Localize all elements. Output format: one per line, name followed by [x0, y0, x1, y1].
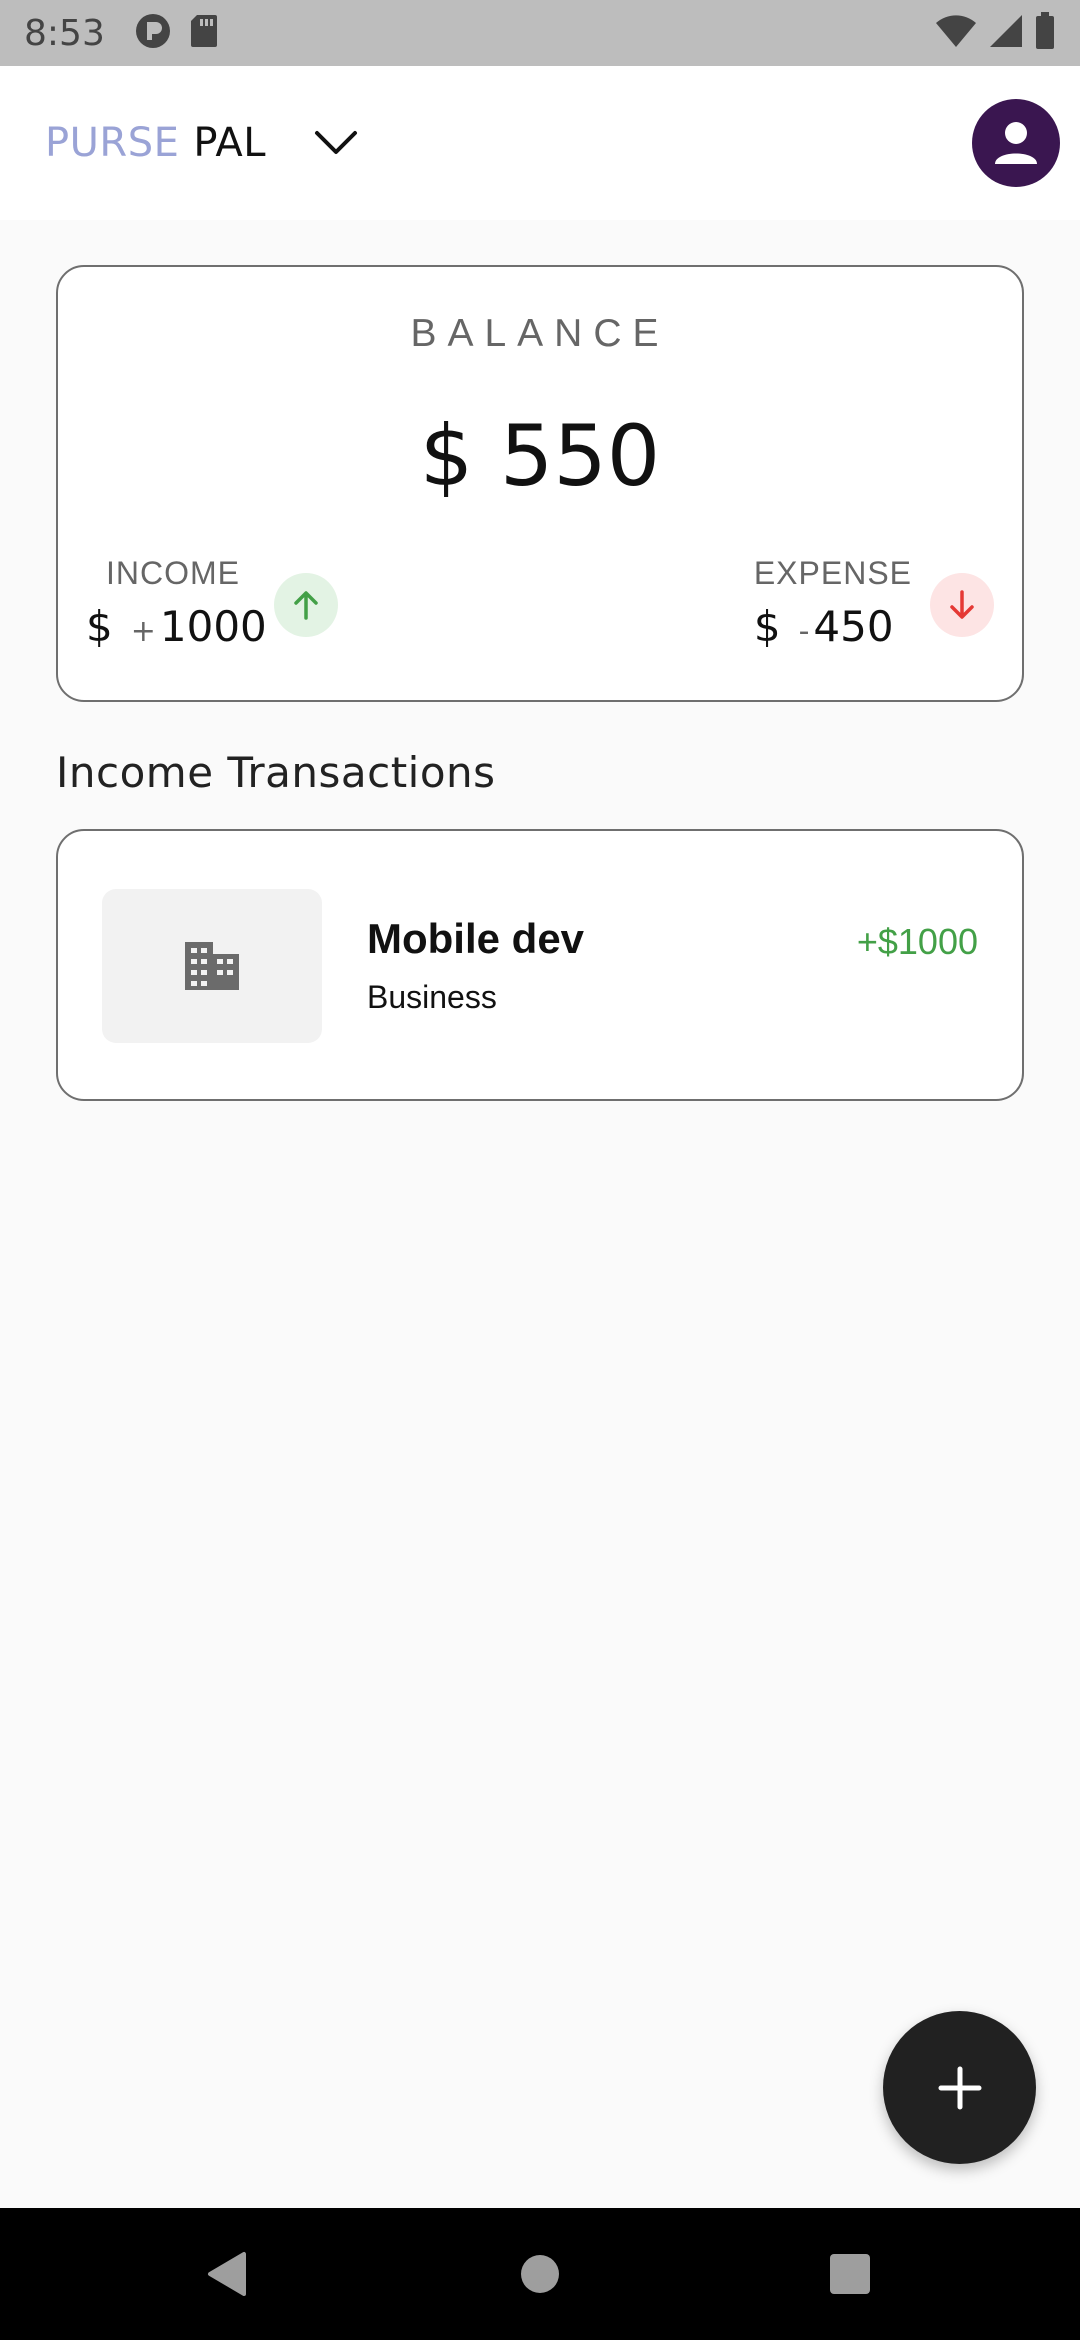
system-navigation-bar — [0, 2208, 1080, 2340]
nav-back-button[interactable] — [166, 2208, 286, 2340]
app-notification-icon — [135, 13, 171, 54]
recents-square-icon — [830, 2254, 870, 2294]
expense-label: EXPENSE — [753, 555, 912, 591]
chevron-down-icon — [315, 131, 358, 154]
app-bar: PURSE PAL — [0, 66, 1080, 220]
wifi-icon — [934, 13, 978, 54]
add-transaction-button[interactable] — [883, 2011, 1036, 2164]
business-building-icon — [185, 942, 239, 990]
balance-amount: $ 550 — [419, 407, 661, 505]
brand-pal-text: PAL — [193, 120, 267, 166]
person-icon — [995, 122, 1037, 164]
expense-indicator — [930, 573, 994, 637]
signal-icon — [988, 13, 1024, 54]
income-summary: INCOME $ + 1000 — [86, 555, 267, 651]
balance-label: BALANCE — [410, 312, 670, 355]
nav-recents-button[interactable] — [790, 2208, 910, 2340]
status-notification-icons — [135, 13, 219, 54]
sd-card-icon — [189, 13, 219, 54]
income-indicator — [274, 573, 338, 637]
expense-summary: EXPENSE $ - 450 — [754, 555, 912, 651]
plus-icon — [938, 2066, 981, 2109]
income-amount: $ + 1000 — [86, 602, 267, 651]
nav-home-button[interactable] — [480, 2208, 600, 2340]
arrow-up-icon — [294, 591, 318, 620]
income-transactions-heading: Income Transactions — [56, 748, 496, 797]
profile-avatar-button[interactable] — [972, 99, 1060, 187]
expense-value: 450 — [813, 602, 894, 651]
income-sign: + — [130, 614, 156, 649]
income-currency: $ — [86, 602, 113, 651]
income-label: INCOME — [106, 555, 240, 591]
transaction-category: Business — [367, 979, 497, 1015]
home-circle-icon — [521, 2255, 559, 2293]
transaction-thumbnail — [102, 889, 322, 1043]
status-bar: 8:53 — [0, 0, 1080, 66]
expense-sign: - — [798, 614, 810, 649]
brand-purse-text: PURSE — [45, 120, 180, 166]
balance-card: BALANCE $ 550 INCOME $ + 1000 EXPENSE $ … — [56, 265, 1024, 702]
arrow-down-icon — [950, 590, 974, 619]
status-system-icons — [934, 11, 1056, 55]
status-time: 8:53 — [24, 12, 105, 54]
expense-amount: $ - 450 — [754, 602, 912, 651]
transaction-title: Mobile dev — [367, 915, 585, 962]
transaction-amount: +$1000 — [856, 921, 978, 962]
transaction-card[interactable]: Mobile dev Business +$1000 — [56, 829, 1024, 1101]
income-value: 1000 — [159, 602, 267, 651]
expense-currency: $ — [753, 602, 781, 651]
account-switcher-button[interactable] — [310, 117, 362, 169]
battery-icon — [1034, 11, 1056, 55]
app-brand: PURSE PAL — [45, 120, 266, 166]
back-triangle-icon — [208, 2252, 246, 2296]
